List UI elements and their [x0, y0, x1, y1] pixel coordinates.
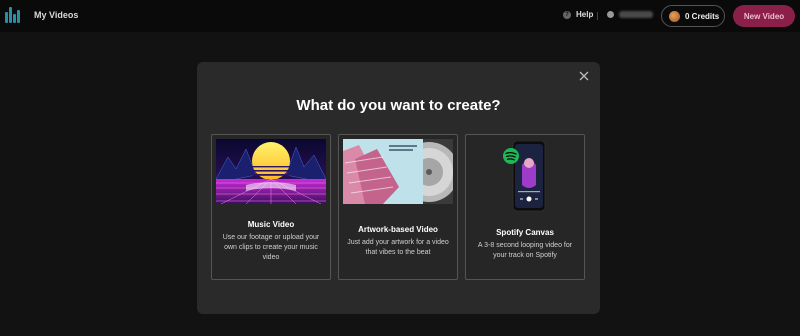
- new-video-button[interactable]: New Video: [733, 5, 795, 27]
- option-label: Artwork-based Video: [358, 225, 438, 234]
- coin-icon: [669, 10, 680, 22]
- retro-sunset-grid-image: [216, 139, 326, 204]
- help-link[interactable]: ? Help: [563, 10, 593, 19]
- help-label: Help: [576, 10, 594, 19]
- user-name-redacted: [619, 11, 653, 18]
- credits-label: 0 Credits: [685, 11, 720, 21]
- option-music-video[interactable]: Music Video Use our footage or upload yo…: [211, 134, 331, 280]
- user-avatar-icon: [607, 11, 614, 18]
- option-spotify-canvas[interactable]: Spotify Canvas A 3-8 second looping vide…: [465, 134, 585, 280]
- option-label: Music Video: [247, 220, 295, 229]
- album-artwork-vinyl-image: [343, 139, 453, 204]
- header-divider: [597, 12, 598, 20]
- option-artwork-video[interactable]: Artwork-based Video Just add your artwor…: [338, 134, 458, 280]
- spotify-phone-image: [503, 141, 546, 212]
- close-icon[interactable]: [578, 70, 590, 82]
- option-description: Just add your artwork for a video that v…: [347, 239, 449, 256]
- create-modal: What do you want to create? Music Video …: [197, 62, 600, 314]
- credits-button[interactable]: 0 Credits: [661, 5, 725, 27]
- user-menu[interactable]: [607, 11, 653, 18]
- option-label: Spotify Canvas: [496, 228, 554, 237]
- option-description: A 3-8 second looping video for your trac…: [477, 242, 573, 259]
- help-icon: ?: [563, 10, 571, 19]
- option-description: Use our footage or upload your own clips…: [222, 234, 320, 261]
- app-logo-icon[interactable]: [5, 7, 21, 23]
- modal-title: What do you want to create?: [296, 97, 501, 114]
- page-title: My Videos: [34, 10, 79, 20]
- top-bar: My Videos ? Help 0 Credits New Video: [0, 0, 800, 32]
